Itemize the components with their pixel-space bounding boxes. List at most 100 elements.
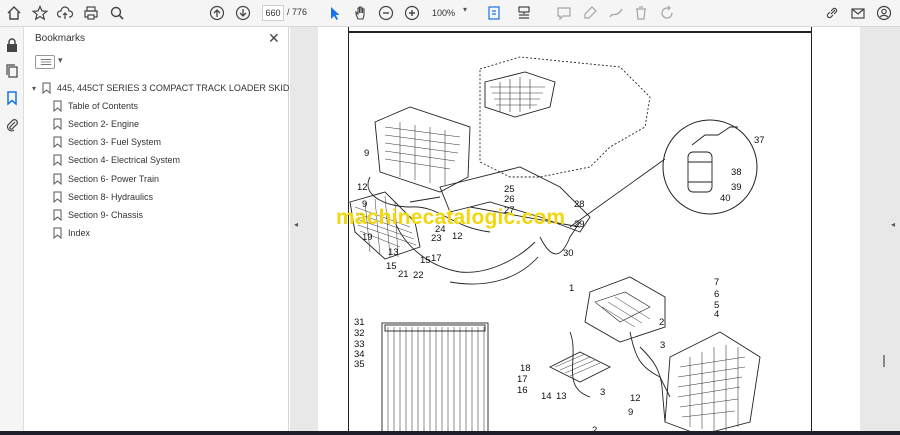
svg-text:28: 28 <box>574 199 585 210</box>
svg-text:1: 1 <box>569 283 574 294</box>
hand-icon[interactable] <box>351 3 371 23</box>
left-tool-rail <box>0 27 24 435</box>
home-icon[interactable] <box>4 3 24 23</box>
bookmark-item[interactable]: Section 3- Fuel System <box>53 134 161 150</box>
zoom-out-icon[interactable] <box>376 3 396 23</box>
svg-text:19: 19 <box>362 232 373 243</box>
svg-text:13: 13 <box>556 391 567 402</box>
bookmark-item-label: Section 8- Hydraulics <box>68 192 154 202</box>
svg-text:30: 30 <box>563 248 574 259</box>
svg-text:38: 38 <box>731 167 742 178</box>
svg-text:31: 31 <box>354 317 365 328</box>
taskbar-edge <box>0 431 900 435</box>
bookmark-item[interactable]: Index <box>53 225 90 241</box>
bookmark-item-label: Section 4- Electrical System <box>68 155 181 165</box>
svg-text:12: 12 <box>452 231 463 242</box>
erase-icon[interactable] <box>631 3 651 23</box>
draw-icon[interactable] <box>606 3 626 23</box>
bookmark-icon[interactable] <box>4 90 20 106</box>
svg-text:3: 3 <box>600 387 605 398</box>
print-icon[interactable] <box>81 3 101 23</box>
watermark-text: machinecatalogic.com <box>336 206 566 229</box>
bookmark-item[interactable]: Table of Contents <box>53 98 138 114</box>
svg-text:2: 2 <box>659 317 664 328</box>
bookmark-item-label: Section 3- Fuel System <box>68 137 162 147</box>
bookmark-item-label: Section 2- Engine <box>68 119 140 129</box>
bookmark-item-label: Index <box>68 228 91 238</box>
upload-icon[interactable] <box>55 3 75 23</box>
bookmark-icon <box>53 100 62 112</box>
svg-text:32: 32 <box>354 328 365 339</box>
bookmark-root-label: 445, 445CT SERIES 3 COMPACT TRACK LOADER… <box>57 83 322 93</box>
zoom-level-select[interactable]: 100% <box>432 5 474 21</box>
svg-text:26: 26 <box>504 194 515 205</box>
svg-text:35: 35 <box>354 359 365 370</box>
svg-text:18: 18 <box>520 363 531 374</box>
attachment-icon[interactable] <box>4 117 20 133</box>
svg-text:12: 12 <box>630 393 641 404</box>
highlight-icon[interactable] <box>580 3 600 23</box>
lock-icon[interactable] <box>4 37 20 53</box>
svg-text:4: 4 <box>714 309 719 320</box>
svg-text:22: 22 <box>413 270 424 281</box>
page-number-input[interactable]: 660 <box>262 5 284 21</box>
zoom-in-icon[interactable] <box>402 3 422 23</box>
bookmarks-panel-title: Bookmarks <box>35 33 86 44</box>
top-toolbar: 660 / 776 100% ▾ <box>0 0 900 27</box>
account-icon[interactable] <box>874 3 894 23</box>
bookmark-item[interactable]: Section 9- Chassis <box>53 207 143 223</box>
svg-text:3: 3 <box>660 340 665 351</box>
bookmark-icon <box>42 82 51 94</box>
fit-page-icon[interactable] <box>484 3 504 23</box>
close-icon[interactable]: ✕ <box>268 30 280 47</box>
svg-text:17: 17 <box>431 253 442 264</box>
chevron-down-icon[interactable]: ▾ <box>32 84 42 93</box>
mail-icon[interactable] <box>848 3 868 23</box>
bookmark-item[interactable]: Section 4- Electrical System <box>53 152 180 168</box>
svg-text:40: 40 <box>720 193 731 204</box>
link-icon[interactable] <box>822 3 842 23</box>
svg-text:21: 21 <box>398 269 409 280</box>
bookmark-item-label: Table of Contents <box>68 101 139 111</box>
svg-text:37: 37 <box>754 135 765 146</box>
svg-text:9: 9 <box>628 407 633 418</box>
select-cursor-icon[interactable] <box>325 3 345 23</box>
svg-text:29: 29 <box>574 219 585 230</box>
bookmark-icon <box>53 209 62 221</box>
svg-text:14: 14 <box>541 391 552 402</box>
scroll-mode-icon[interactable] <box>514 3 534 23</box>
star-icon[interactable] <box>30 3 50 23</box>
svg-text:15: 15 <box>386 261 397 272</box>
bookmark-icon <box>53 154 62 166</box>
page-total-label: / 776 <box>287 7 308 17</box>
bookmark-root[interactable]: ▾ 445, 445CT SERIES 3 COMPACT TRACK LOAD… <box>32 80 322 96</box>
undo-icon[interactable] <box>657 3 677 23</box>
svg-text:17: 17 <box>517 374 528 385</box>
search-icon[interactable] <box>107 3 127 23</box>
bookmark-item[interactable]: Section 6- Power Train <box>53 171 159 187</box>
bookmark-item-label: Section 6- Power Train <box>68 174 160 184</box>
bookmark-icon <box>53 173 62 185</box>
bookmarks-panel: Bookmarks ✕ ▾ 445, 445CT SERIES 3 COMPAC… <box>25 27 322 435</box>
bookmark-item[interactable]: Section 2- Engine <box>53 116 139 132</box>
bookmark-options-icon[interactable] <box>35 55 63 69</box>
svg-text:15: 15 <box>420 255 431 266</box>
parts-diagram: 9129 191315 21 2215 172324 122526 272829 … <box>349 56 765 435</box>
svg-text:9: 9 <box>364 148 369 159</box>
bookmark-item-label: Section 9- Chassis <box>68 210 144 220</box>
svg-text:13: 13 <box>388 247 399 258</box>
bookmark-item[interactable]: Section 8- Hydraulics <box>53 189 153 205</box>
page-down-icon[interactable] <box>233 3 253 23</box>
page-up-icon[interactable] <box>207 3 227 23</box>
bookmark-icon <box>53 191 62 203</box>
svg-text:16: 16 <box>517 385 528 396</box>
copy-icon[interactable] <box>4 63 20 79</box>
comment-icon[interactable] <box>554 3 574 23</box>
chevron-down-icon[interactable]: ▾ <box>463 5 467 14</box>
svg-text:12: 12 <box>357 182 368 193</box>
svg-text:6: 6 <box>714 289 719 300</box>
svg-text:39: 39 <box>731 182 742 193</box>
bookmark-icon <box>53 227 62 239</box>
bookmark-icon <box>53 136 62 148</box>
bookmark-icon <box>53 118 62 130</box>
